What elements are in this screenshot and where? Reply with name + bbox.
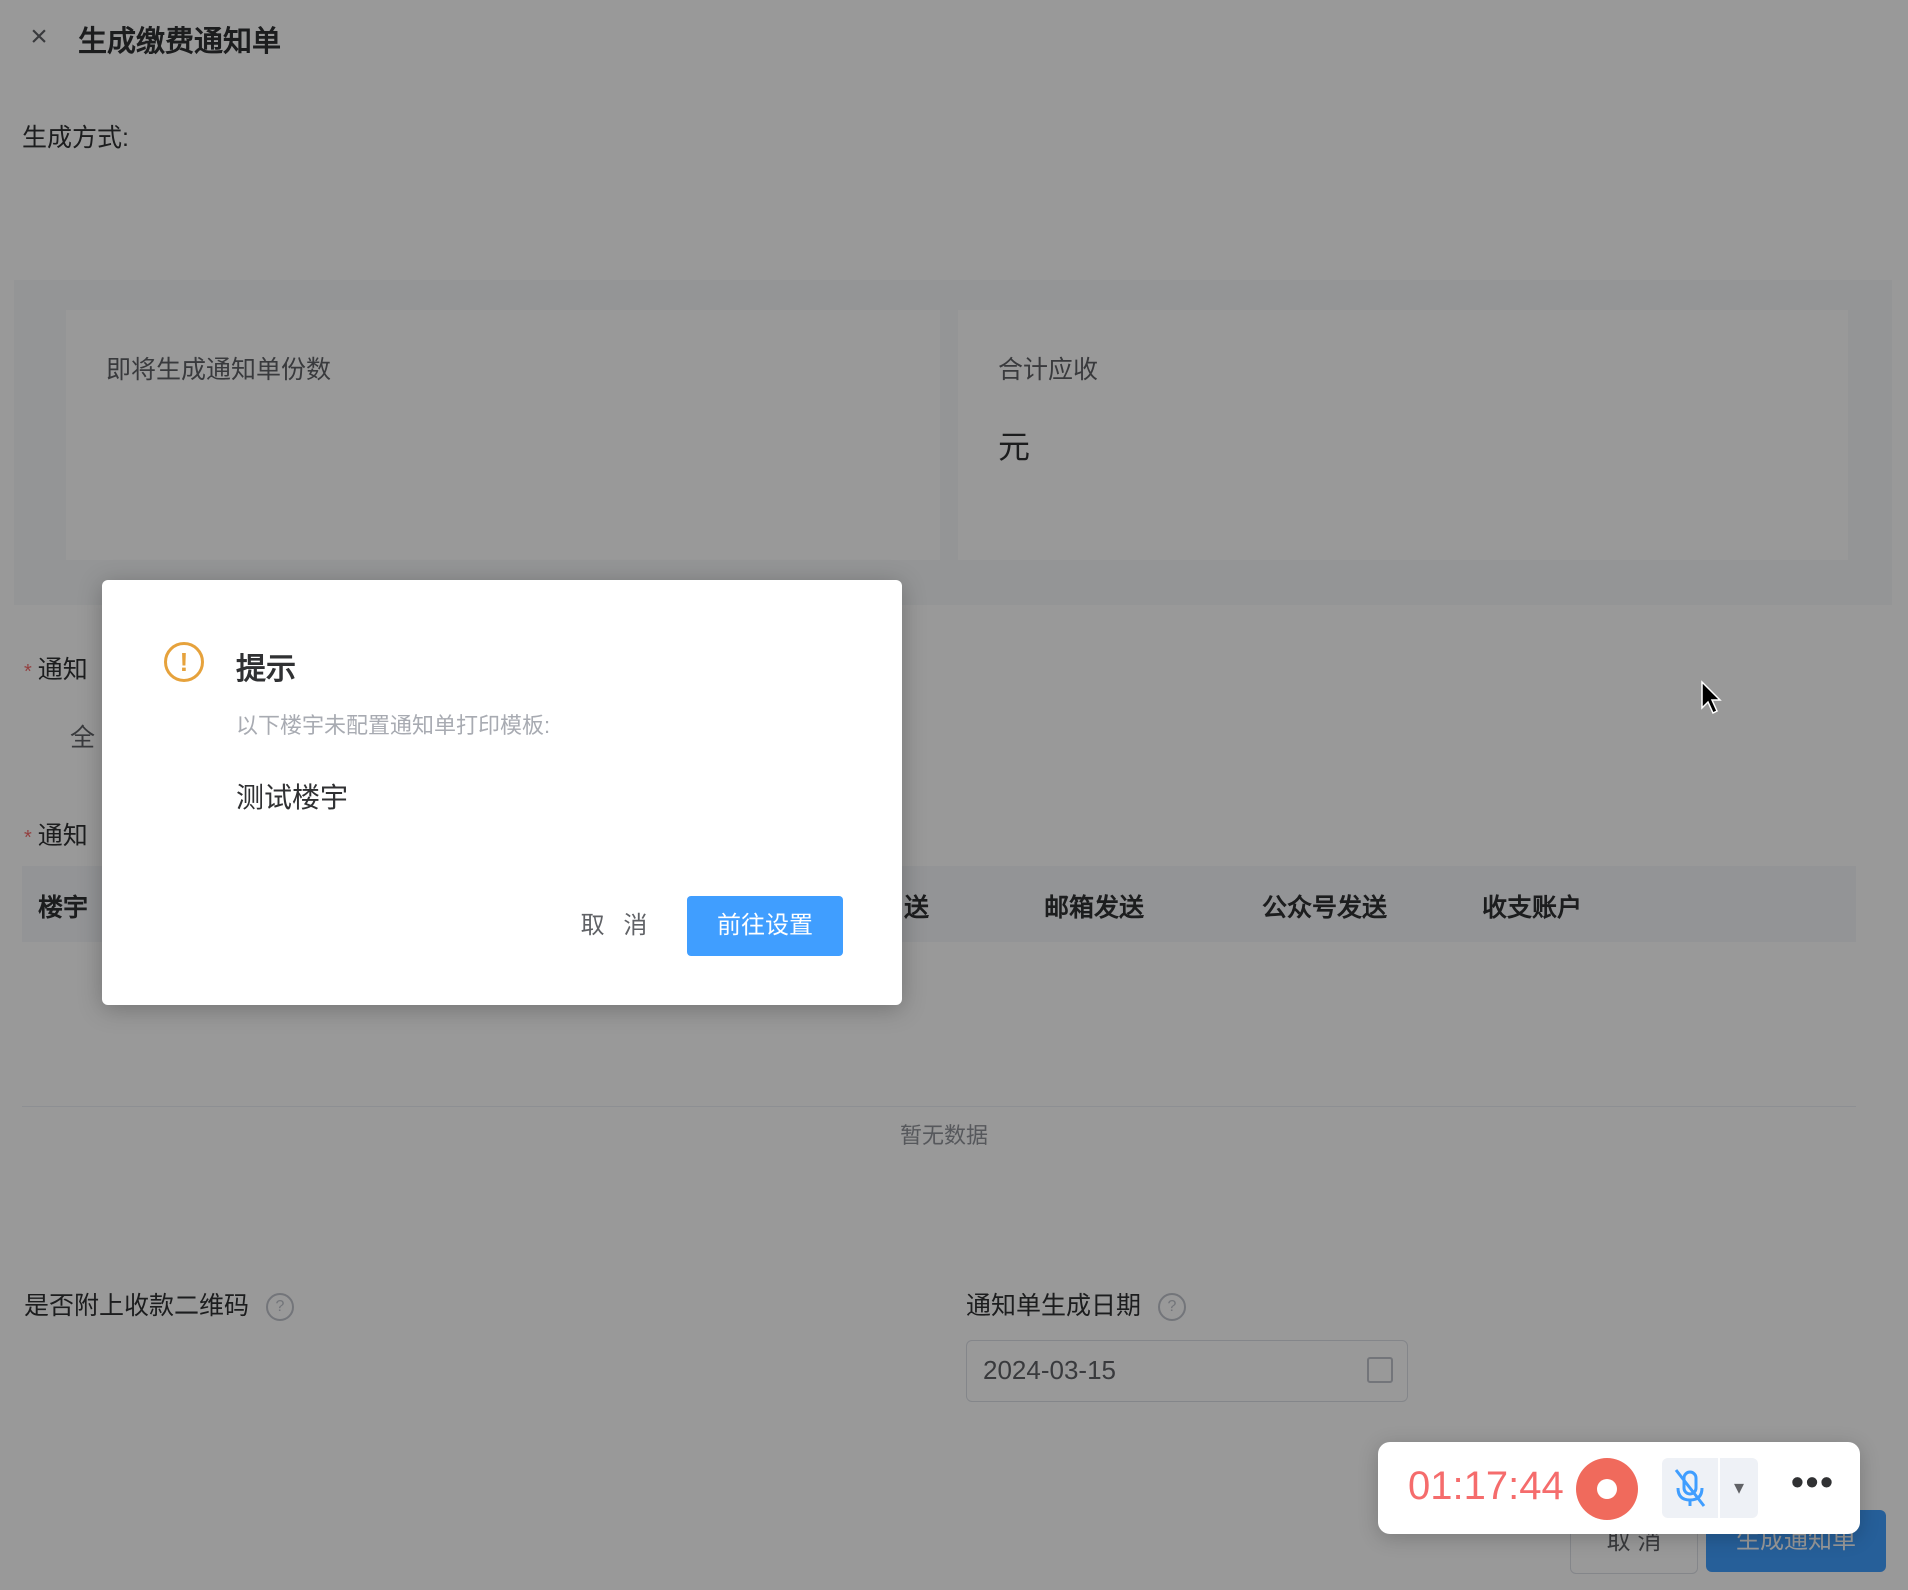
dialog-message: 以下楼宇未配置通知单打印模板: <box>236 713 551 738</box>
screen-recorder-widget: 01:17:44 ▾ ••• <box>1378 1442 1860 1534</box>
mouse-cursor-icon <box>1701 680 1722 715</box>
mic-glyph <box>1674 1469 1706 1507</box>
dialog-cancel-button[interactable]: 取 消 <box>562 896 672 956</box>
chevron-down-icon[interactable]: ▾ <box>1720 1458 1758 1518</box>
dialog-building-name: 测试楼宇 <box>236 782 349 813</box>
go-to-settings-button[interactable]: 前往设置 <box>687 896 843 956</box>
warning-icon: ! <box>164 642 204 682</box>
more-icon[interactable]: ••• <box>1786 1460 1840 1516</box>
recording-timer: 01:17:44 <box>1408 1464 1564 1508</box>
page: × 生成缴费通知单 生成方式: 即将生成通知单份数 合计应收 元 通知 全 通知… <box>0 0 1908 1590</box>
dialog-title: 提示 <box>236 653 296 686</box>
mic-muted-icon[interactable] <box>1662 1458 1718 1518</box>
prompt-dialog: ! 提示 以下楼宇未配置通知单打印模板: 测试楼宇 取 消 前往设置 <box>102 580 902 1005</box>
record-stop-icon[interactable] <box>1576 1458 1638 1520</box>
